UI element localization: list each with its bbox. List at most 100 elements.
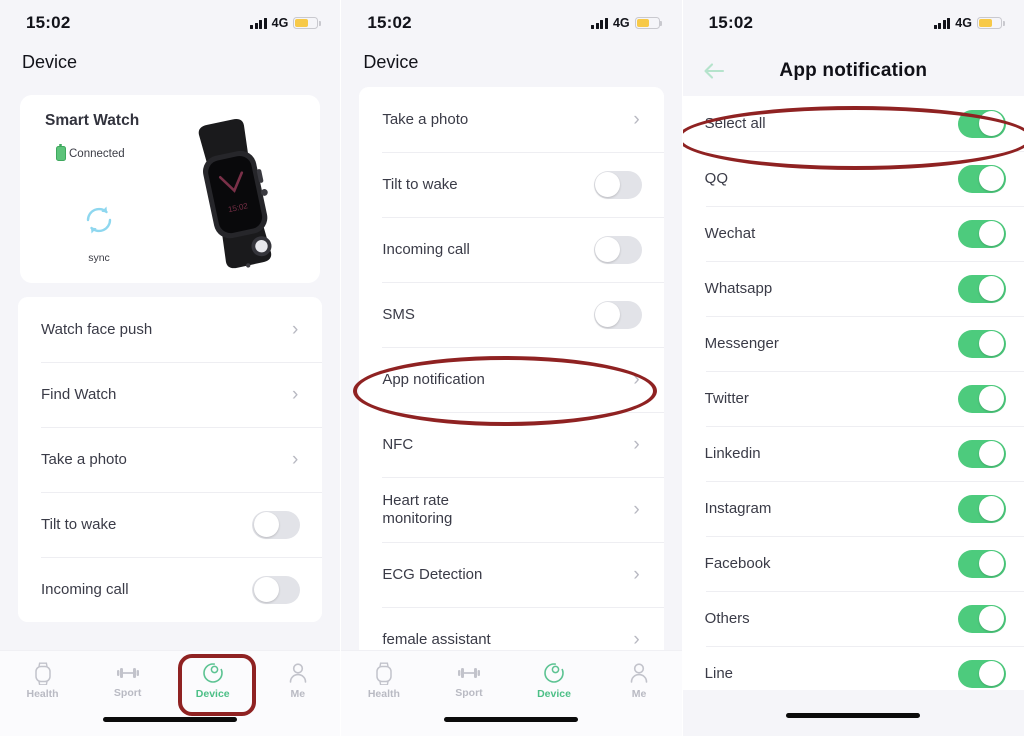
tab-device[interactable]: Device <box>170 651 255 709</box>
chevron-right-icon: › <box>633 434 640 455</box>
status-indicators: 4G <box>591 16 663 30</box>
chevron-right-icon: › <box>633 629 640 650</box>
toggle-facebook[interactable] <box>957 549 1006 578</box>
row-label: App notification <box>382 370 485 388</box>
tab-sport[interactable]: Sport <box>85 651 170 709</box>
toggle-whatsapp[interactable] <box>957 274 1006 303</box>
row-label: Twitter <box>704 389 749 407</box>
status-bar: 15:02 4G <box>0 0 340 46</box>
tab-label: Device <box>195 687 230 700</box>
tab-health[interactable]: Health <box>341 651 426 709</box>
toggle-others[interactable] <box>957 604 1006 633</box>
back-button[interactable] <box>701 58 727 84</box>
list-item[interactable]: ECG Detection › <box>359 542 664 607</box>
app-notification-list: Select all QQ Wechat Whatsapp Messenger … <box>682 96 1024 701</box>
tab-me[interactable]: Me <box>597 651 682 709</box>
status-time: 15:02 <box>708 13 754 32</box>
signal-bars-icon <box>250 17 267 29</box>
page-title: Device <box>363 52 419 72</box>
list-item[interactable]: Take a photo › <box>359 87 664 152</box>
list-item[interactable]: Linkedin <box>682 426 1024 481</box>
list-item[interactable]: Incoming call <box>18 557 323 622</box>
toggle-tilt-to-wake[interactable] <box>252 510 301 539</box>
signal-bars-icon <box>933 17 951 29</box>
list-item[interactable]: Instagram <box>682 481 1024 536</box>
battery-low-power-icon <box>634 17 663 29</box>
settings-list-panel2: Take a photo › Tilt to wake Incoming cal… <box>359 87 664 672</box>
chevron-right-icon: › <box>292 449 299 470</box>
chevron-right-icon: › <box>292 384 299 405</box>
row-label: Incoming call <box>382 240 470 258</box>
row-label: Select all <box>704 114 766 132</box>
list-item[interactable]: NFC › <box>359 412 664 477</box>
toggle-incoming-call[interactable] <box>593 235 642 264</box>
tab-label: Health <box>367 687 400 700</box>
list-item[interactable]: Tilt to wake <box>18 492 323 557</box>
phone-panel-device-home: 15:02 4G Device Smart Watch Connected sy… <box>0 0 341 736</box>
sync-button[interactable]: sync <box>82 203 116 264</box>
chevron-right-icon: › <box>633 564 640 585</box>
list-item[interactable]: Find Watch › <box>18 362 323 427</box>
phone-panel-device-list: 15:02 4G Device Take a photo › Tilt to w… <box>341 0 682 736</box>
dumbbell-icon <box>457 667 480 678</box>
toggle-instagram[interactable] <box>957 494 1006 523</box>
toggle-incoming-call[interactable] <box>252 575 301 604</box>
list-item[interactable]: SMS <box>359 282 664 347</box>
status-indicators: 4G <box>250 16 321 30</box>
sync-refresh-icon <box>86 206 112 234</box>
list-item[interactable]: Incoming call <box>359 217 664 282</box>
list-item[interactable]: Others <box>682 591 1024 646</box>
list-item[interactable]: Wechat <box>682 206 1024 261</box>
tab-health[interactable]: Health <box>0 651 85 709</box>
list-item[interactable]: Heart rate monitoring › <box>359 477 664 542</box>
network-type-label: 4G <box>612 16 630 30</box>
device-card[interactable]: Smart Watch Connected sync 15:02 <box>20 95 321 283</box>
signal-bars-icon <box>591 17 608 29</box>
list-item[interactable]: Take a photo › <box>18 427 323 492</box>
row-label: Wechat <box>704 224 756 242</box>
list-item-select-all[interactable]: Select all <box>682 96 1024 151</box>
list-item[interactable]: Twitter <box>682 371 1024 426</box>
tab-me[interactable]: Me <box>255 651 340 709</box>
toggle-wechat[interactable] <box>957 219 1006 248</box>
row-label: female assistant <box>382 630 491 648</box>
chevron-right-icon: › <box>633 499 640 520</box>
chevron-right-icon: › <box>292 319 299 340</box>
tab-label: Sport <box>455 686 483 699</box>
list-item[interactable]: Tilt to wake <box>359 152 664 217</box>
tab-bar: Health Sport Device Me <box>0 650 341 736</box>
toggle-twitter[interactable] <box>957 384 1006 413</box>
chevron-right-icon: › <box>633 369 640 390</box>
toggle-qq[interactable] <box>957 164 1006 193</box>
tab-device[interactable]: Device <box>511 651 596 709</box>
toggle-select-all[interactable] <box>957 109 1006 138</box>
toggle-tilt-to-wake[interactable] <box>593 170 642 199</box>
page-title: App notification <box>779 60 928 81</box>
nav-bar: App notification <box>682 46 1024 96</box>
list-item-app-notification[interactable]: App notification › <box>359 347 664 412</box>
device-ring-icon <box>544 662 564 683</box>
settings-list-panel1: Watch face push › Find Watch › Take a ph… <box>18 297 323 622</box>
tab-sport[interactable]: Sport <box>426 651 511 709</box>
row-label: Incoming call <box>41 580 129 598</box>
back-arrow-icon <box>704 63 724 79</box>
toggle-line[interactable] <box>957 659 1006 688</box>
row-label: Tilt to wake <box>41 515 117 533</box>
tab-label: Me <box>631 687 647 700</box>
toggle-messenger[interactable] <box>957 329 1006 358</box>
list-item[interactable]: Watch face push › <box>18 297 323 362</box>
list-item[interactable]: Whatsapp <box>682 261 1024 316</box>
tab-label: Sport <box>113 686 142 699</box>
network-type-label: 4G <box>271 16 289 30</box>
battery-low-power-icon <box>976 17 1005 29</box>
dumbbell-icon <box>116 667 139 678</box>
toggle-linkedin[interactable] <box>957 439 1006 468</box>
list-item[interactable]: Messenger <box>682 316 1024 371</box>
chevron-right-icon: › <box>633 109 640 130</box>
toggle-sms[interactable] <box>593 300 642 329</box>
network-type-label: 4G <box>955 16 972 30</box>
list-item[interactable]: QQ <box>682 151 1024 206</box>
list-item[interactable]: Facebook <box>682 536 1024 591</box>
status-bar: 15:02 4G <box>341 0 681 46</box>
home-indicator <box>103 717 238 722</box>
